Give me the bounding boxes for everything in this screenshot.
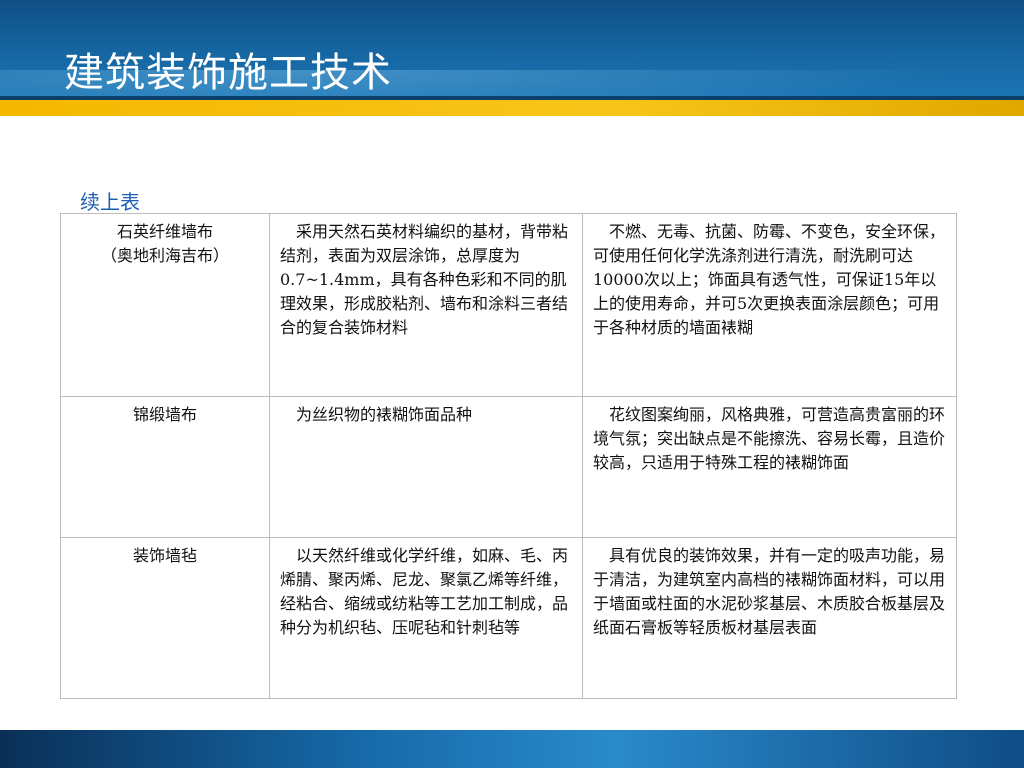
- material-description: 以天然纤维或化学纤维，如麻、毛、丙烯腈、聚丙烯、尼龙、聚氯乙烯等纤维，经粘合、缩…: [269, 537, 583, 699]
- material-name: 锦缎墙布: [132, 405, 197, 424]
- slide-title: 建筑装饰施工技术: [64, 50, 392, 96]
- slide-footer-band: [0, 730, 1024, 768]
- materials-table: 石英纤维墙布 （奥地利海吉布） 采用天然石英材料编织的基材，背带粘结剂，表面为双…: [60, 213, 957, 699]
- material-name-cell: 装饰墙毡: [60, 537, 270, 699]
- material-features: 花纹图案绚丽，风格典雅，可营造高贵富丽的环境气氛；突出缺点是不能擦洗、容易长霉，…: [582, 396, 957, 538]
- material-description: 采用天然石英材料编织的基材，背带粘结剂，表面为双层涂饰，总厚度为0.7~1.4m…: [269, 213, 583, 397]
- material-name-cell: 锦缎墙布: [60, 396, 270, 538]
- material-name-cell: 石英纤维墙布 （奥地利海吉布）: [60, 213, 270, 397]
- table-row: 锦缎墙布 为丝织物的裱糊饰面品种 花纹图案绚丽，风格典雅，可营造高贵富丽的环境气…: [60, 396, 957, 538]
- material-features: 不燃、无毒、抗菌、防霉、不变色，安全环保，可使用任何化学洗涤剂进行清洗，耐洗刷可…: [582, 213, 957, 397]
- material-name: 装饰墙毡: [132, 546, 197, 565]
- table-row: 装饰墙毡 以天然纤维或化学纤维，如麻、毛、丙烯腈、聚丙烯、尼龙、聚氯乙烯等纤维，…: [60, 537, 957, 699]
- continued-table-label: 续上表: [80, 190, 140, 214]
- material-features: 具有优良的装饰效果，并有一定的吸声功能，易于清洁，为建筑室内高档的裱糊饰面材料，…: [582, 537, 957, 699]
- material-description: 为丝织物的裱糊饰面品种: [269, 396, 583, 538]
- material-alias: （奥地利海吉布）: [100, 246, 229, 265]
- table-row: 石英纤维墙布 （奥地利海吉布） 采用天然石英材料编织的基材，背带粘结剂，表面为双…: [60, 213, 957, 397]
- material-name: 石英纤维墙布: [116, 222, 213, 241]
- header-gold-stripe: [0, 100, 1024, 116]
